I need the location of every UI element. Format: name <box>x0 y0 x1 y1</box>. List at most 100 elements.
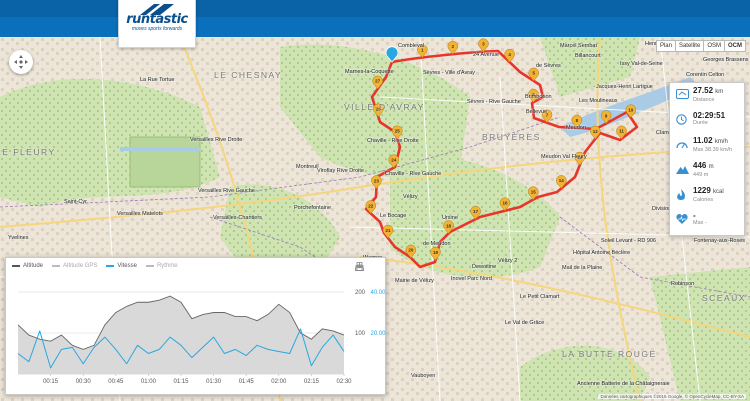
map-type-plan-button[interactable]: Plan <box>655 40 676 52</box>
speedometer-icon <box>676 142 688 149</box>
km-marker-label: 20 <box>408 248 414 253</box>
app-window: runtastic moves sports forwards 1 2 3 4 … <box>0 0 750 401</box>
km-marker-label: 10 <box>628 108 634 113</box>
place-label: Jacques-Henri Lartigue <box>596 84 653 90</box>
elevation-value: 446 m <box>693 161 714 170</box>
place-label: Montreuil <box>296 164 319 170</box>
heart-rate-label: Max - <box>693 220 707 226</box>
km-marker-label: 11 <box>619 129 624 134</box>
region-label: SCEAUX <box>702 293 746 303</box>
brand-tagline: moves sports forwards <box>131 26 183 32</box>
place-label: Chaville - Rive Droite <box>367 138 419 144</box>
place-label: de Meudon <box>423 241 451 247</box>
header-stripe <box>0 17 750 37</box>
place-label: Versailles Matelots <box>117 211 163 217</box>
place-label: Les Moulineaux <box>579 98 618 104</box>
x-tick-label: 00:45 <box>108 379 124 385</box>
x-tick-label: 02:30 <box>336 379 352 385</box>
x-tick-label: 00:30 <box>76 379 92 385</box>
calories-value: 1229 kcal <box>693 186 724 195</box>
place-label: Versailles Rive Droite <box>190 137 243 143</box>
region-label: LA BUTTE ROUGE <box>562 349 657 359</box>
region-label: LE CHESNAY <box>214 70 283 80</box>
y-left-tick-label: 200 <box>355 290 366 296</box>
speed-value: 11.02 km/h <box>693 136 728 145</box>
calories-label: Calories <box>693 197 714 203</box>
place-label: Marcel Sembat <box>560 43 597 49</box>
place-label: Inovel Parc Nord <box>451 276 492 282</box>
mountain-icon <box>676 166 689 174</box>
place-label: Ursine <box>442 215 458 221</box>
place-label: Vélizy <box>403 194 418 200</box>
legend-vitesse[interactable]: Vitesse <box>106 263 137 269</box>
speed-max-label: Max 38.39 km/h <box>693 147 733 153</box>
region-label: LE FLEURY <box>0 147 56 157</box>
place-label: Meudon Val Fleury <box>541 154 587 160</box>
place-label: de Sèvres <box>536 63 561 69</box>
distance-label: Distance <box>693 97 715 103</box>
map-type-osm-button[interactable]: OSM <box>703 40 725 52</box>
map-type-ocm-button[interactable]: OCM <box>724 40 746 52</box>
stat-heart-rate: - Max - <box>673 211 741 236</box>
km-marker-label: 15 <box>531 189 537 194</box>
duration-value: 02:29:51 <box>693 111 726 120</box>
place-label: Versailles Rive Gauche <box>198 188 255 194</box>
grand-canal <box>120 147 200 151</box>
y-right-tick-label: 40.00 <box>370 290 386 296</box>
place-label: Le Val de Grâce <box>505 320 545 326</box>
x-tick-label: 01:15 <box>173 379 189 385</box>
runtastic-logo[interactable]: runtastic moves sports forwards <box>118 0 196 48</box>
altitude-area <box>18 296 344 374</box>
km-marker-label: 12 <box>593 129 599 134</box>
place-label: Bellevue <box>526 109 548 115</box>
place-label: Georges Brassens <box>703 57 749 63</box>
place-label: Yvelines <box>8 235 29 241</box>
stat-duration: 02:29:51 Durée <box>673 111 741 136</box>
place-label: Dewoitine <box>472 264 497 270</box>
x-tick-label: 01:45 <box>239 379 255 385</box>
place-label: Sèvres - Rive Gauche <box>467 99 521 105</box>
place-label: Vélizy 2 <box>498 258 518 264</box>
download-button[interactable] <box>355 262 377 271</box>
legend-altitude-gps[interactable]: Altitude GPS <box>52 263 97 269</box>
place-label: La Rue Tortue <box>140 77 175 83</box>
place-label: Le Bocage <box>380 213 407 219</box>
x-tick-label: 02:00 <box>271 379 287 385</box>
km-marker-label: 22 <box>368 203 374 208</box>
place-label: Billancourt <box>575 53 601 59</box>
map-type-satellite-button[interactable]: Satellite <box>674 40 705 52</box>
place-label: Brimborion <box>525 94 552 100</box>
route-icon <box>676 89 689 99</box>
stat-speed: 11.02 km/h Max 38.39 km/h <box>673 136 741 161</box>
map-pan-control[interactable] <box>9 50 33 74</box>
place-label: Hôpital Antoine Béclère <box>573 250 631 256</box>
y-right-tick-label: 20.00 <box>370 331 386 337</box>
stat-calories: 1229 kcal Calories <box>673 186 741 211</box>
place-label: Issy Val-de-Seine <box>620 61 663 67</box>
elevation-speed-chart: 100 20.00 200 40.00 00:15 00:30 00:45 01:00 01:1… <box>5 257 386 395</box>
activity-stats-panel: 27.52 km Distance 02:29:51 Durée 11.02 k… <box>669 82 745 236</box>
x-tick-label: 02:15 <box>304 379 320 385</box>
km-marker-label: 24 <box>391 157 397 162</box>
km-marker-label: 25 <box>395 129 401 134</box>
stat-elevation: 446 m 449 m <box>673 161 741 186</box>
place-label: Versailles-Chantiers <box>213 215 262 221</box>
x-tick-label: 01:30 <box>206 379 222 385</box>
place-label: Chaville - Rive Gauche <box>385 171 442 177</box>
header-bar <box>0 0 750 37</box>
y-left-tick-label: 100 <box>355 331 366 337</box>
pan-arrows-icon <box>14 55 28 69</box>
legend-rythme[interactable]: Rythme <box>145 263 178 269</box>
km-marker-label: 18 <box>446 223 452 228</box>
place-label: Fontenay-aux-Roses <box>694 238 746 244</box>
place-label: Corentin Celton <box>686 72 725 78</box>
chart-canvas[interactable]: 100 20.00 200 40.00 00:15 00:30 00:45 01:00 01:1… <box>6 258 387 396</box>
stat-distance: 27.52 km Distance <box>673 86 741 111</box>
region-label: VILLE-D'AVRAY <box>344 102 425 112</box>
legend-altitude[interactable]: Altitude <box>12 263 43 269</box>
km-marker-label: 21 <box>385 228 391 233</box>
place-label: Mairie de Vélizy <box>395 278 434 284</box>
place-label: Robinson <box>671 281 695 287</box>
brand-name: runtastic <box>126 12 188 27</box>
map-attribution[interactable]: Données cartographiques ©2015 Google, © … <box>598 394 746 399</box>
